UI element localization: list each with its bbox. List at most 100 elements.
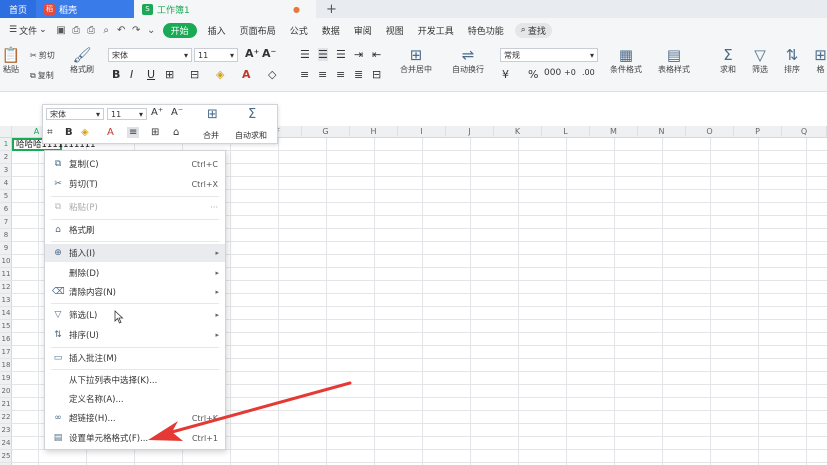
shrink-font-icon[interactable]: A⁻ (262, 47, 276, 60)
undo-icon[interactable]: ↶ (115, 24, 128, 37)
row-header-15[interactable]: 15 (0, 320, 12, 333)
mini-font-name-select[interactable]: 宋体 ▾ (46, 108, 104, 120)
context-menu-define-name[interactable]: 定义名称(A)... (45, 390, 225, 408)
mini-align-center-icon[interactable]: ≡ (127, 127, 140, 138)
mini-grow-font-icon[interactable]: A⁺ (151, 107, 163, 118)
menu-insert[interactable]: 插入 (201, 24, 233, 37)
mini-merge-icon[interactable]: ⊞ (207, 107, 218, 122)
column-header-j[interactable]: J (446, 126, 494, 138)
column-header-k[interactable]: K (494, 126, 542, 138)
font-name-select[interactable]: 宋体 ▾ (108, 48, 192, 62)
context-menu-filter[interactable]: ▽ 筛选(L) ▸ (45, 306, 225, 324)
redo-icon[interactable]: ↷ (130, 24, 143, 37)
context-menu-sort[interactable]: ⇅ 排序(U) ▸ (45, 326, 225, 344)
conditional-format-button[interactable]: ▦ 条件格式 (610, 46, 642, 75)
context-menu-insert[interactable]: ⊕ 插入(I) ▸ (45, 244, 225, 262)
row-header-23[interactable]: 23 (0, 424, 12, 437)
border-icon[interactable]: ⊞ (165, 68, 174, 81)
cut-button[interactable]: ✂ 剪切 (30, 50, 55, 61)
mini-merge-button[interactable]: 合并 (203, 130, 219, 141)
thousands-icon[interactable]: 000 (544, 68, 561, 78)
align-center-icon[interactable]: ≡ (318, 68, 327, 81)
mini-fill-color-icon[interactable]: ◈ (81, 127, 89, 138)
row-header-21[interactable]: 21 (0, 398, 12, 411)
filter-button[interactable]: ▽ 筛选 (752, 46, 768, 75)
row-header-19[interactable]: 19 (0, 372, 12, 385)
menu-review[interactable]: 审阅 (347, 24, 379, 37)
sum-button[interactable]: Σ 求和 (720, 46, 736, 75)
column-header-p[interactable]: P (734, 126, 782, 138)
format-button[interactable]: ⊞ 格 (814, 46, 827, 75)
column-header-n[interactable]: N (638, 126, 686, 138)
font-color-icon[interactable]: A (242, 68, 251, 81)
context-menu-pick-from-list[interactable]: 从下拉列表中选择(K)... (45, 371, 225, 389)
row-header-22[interactable]: 22 (0, 411, 12, 424)
cell-style-icon[interactable]: ⊟ (190, 68, 199, 81)
mini-format-painter-icon[interactable]: ⌗ (47, 127, 53, 138)
menu-view[interactable]: 视图 (379, 24, 411, 37)
menu-features[interactable]: 特色功能 (461, 24, 511, 37)
row-header-6[interactable]: 6 (0, 203, 12, 216)
number-format-select[interactable]: 常规 ▾ (500, 48, 598, 62)
underline-icon[interactable]: U (147, 68, 155, 81)
context-menu-clear[interactable]: ⌫ 清除内容(N) ▸ (45, 283, 225, 301)
tab-daoke[interactable]: 稻稻壳 (36, 0, 134, 18)
mini-clear-format-icon[interactable]: ⌂ (173, 127, 179, 138)
bold-icon[interactable]: B (112, 68, 120, 81)
mini-font-size-select[interactable]: 11 ▾ (107, 108, 147, 120)
row-header-24[interactable]: 24 (0, 437, 12, 450)
align-top-icon[interactable]: ☰ (300, 48, 310, 61)
print-icon[interactable]: ⎙ (85, 24, 98, 37)
clear-format-icon[interactable]: ◇ (268, 68, 276, 81)
row-header-25[interactable]: 25 (0, 450, 12, 463)
row-header-18[interactable]: 18 (0, 359, 12, 372)
context-menu-format-cells[interactable]: ▤ 设置单元格格式(F)... Ctrl+1 (45, 429, 225, 447)
preview-icon[interactable]: ⌕ (100, 24, 113, 37)
column-header-g[interactable]: G (302, 126, 350, 138)
column-header-i[interactable]: I (398, 126, 446, 138)
save-icon[interactable]: ▣ (55, 24, 68, 37)
menu-formula[interactable]: 公式 (283, 24, 315, 37)
new-tab-button[interactable]: + (316, 0, 347, 18)
column-header-o[interactable]: O (686, 126, 734, 138)
mini-autosum-button[interactable]: 自动求和 (235, 130, 267, 141)
row-header-2[interactable]: 2 (0, 151, 12, 164)
mini-shrink-font-icon[interactable]: A⁻ (171, 107, 183, 118)
column-header-q[interactable]: Q (782, 126, 827, 138)
row-header-7[interactable]: 7 (0, 216, 12, 229)
italic-icon[interactable]: I (130, 68, 133, 81)
sort-button[interactable]: ⇅ 排序 (784, 46, 800, 75)
context-menu-hyperlink[interactable]: ∞ 超链接(H)... Ctrl+K (45, 409, 225, 427)
column-header-l[interactable]: L (542, 126, 590, 138)
menu-start[interactable]: 开始 (162, 22, 197, 38)
row-header-17[interactable]: 17 (0, 346, 12, 359)
tab-workbook[interactable]: S 工作簿1 ● (134, 0, 316, 18)
context-menu-insert-comment[interactable]: ▭ 插入批注(M) (45, 349, 225, 367)
increase-decimal-icon[interactable]: +0 (564, 68, 576, 77)
decrease-decimal-icon[interactable]: .00 (582, 68, 595, 77)
align-left-icon[interactable]: ≡ (300, 68, 309, 81)
row-header-20[interactable]: 20 (0, 385, 12, 398)
paste-button[interactable]: 📋 粘贴 (0, 46, 22, 75)
row-header-5[interactable]: 5 (0, 190, 12, 203)
menu-developer[interactable]: 开发工具 (411, 24, 461, 37)
column-header-h[interactable]: H (350, 126, 398, 138)
select-all-corner[interactable] (0, 126, 12, 138)
row-header-12[interactable]: 12 (0, 281, 12, 294)
row-header-9[interactable]: 9 (0, 242, 12, 255)
mini-bold-icon[interactable]: B (65, 127, 73, 138)
mini-border-icon[interactable]: ⊞ (151, 127, 159, 138)
percent-icon[interactable]: % (528, 68, 538, 81)
export-icon[interactable]: ⎙ (70, 24, 83, 37)
merge-center-button[interactable]: ⊞ 合并居中 (400, 46, 432, 75)
align-middle-icon[interactable]: ☰ (318, 48, 328, 61)
copy-button[interactable]: ⧉ 复制 (30, 70, 54, 81)
currency-icon[interactable]: ¥ (502, 68, 509, 81)
wrap-text-button[interactable]: ⇌ 自动换行 (452, 46, 484, 75)
row-header-14[interactable]: 14 (0, 307, 12, 320)
context-menu-cut[interactable]: ✂ 剪切(T) Ctrl+X (45, 175, 225, 193)
more-chevron-icon[interactable]: ⌄ (145, 24, 158, 37)
row-header-16[interactable]: 16 (0, 333, 12, 346)
justify-icon[interactable]: ≣ (354, 68, 363, 81)
table-style-button[interactable]: ▤ 表格样式 (658, 46, 690, 75)
